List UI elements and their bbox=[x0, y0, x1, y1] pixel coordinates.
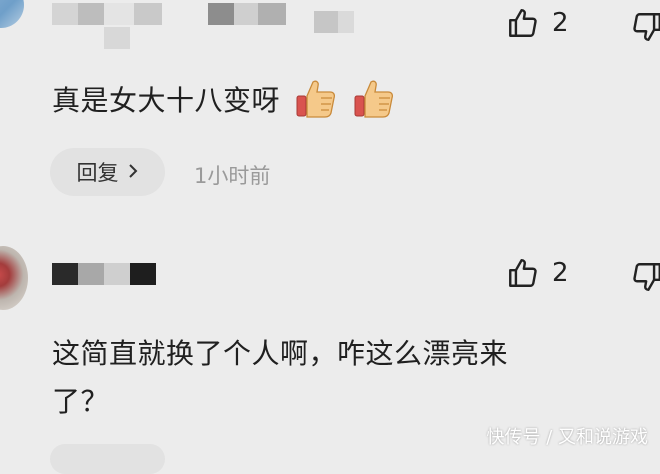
thumbs-up-emoji-2 bbox=[354, 80, 393, 118]
username-mosaic[interactable] bbox=[52, 2, 162, 26]
user-avatar-2[interactable] bbox=[0, 246, 28, 310]
username-mosaic-4 bbox=[314, 10, 354, 34]
comment-text-line-2: 了？ bbox=[52, 385, 110, 418]
chevron-right-icon bbox=[127, 160, 139, 184]
reply-button-2[interactable] bbox=[50, 444, 165, 474]
reply-label: 回复 bbox=[76, 161, 119, 185]
like-count-2: 2 bbox=[552, 258, 569, 288]
like-button[interactable]: 2 bbox=[506, 6, 569, 40]
user-avatar[interactable] bbox=[0, 0, 24, 28]
watermark: 快传号 / 又和说游戏 bbox=[486, 427, 648, 448]
thumbs-up-emoji bbox=[296, 80, 336, 118]
comment-text: 真是女大十八变呀 bbox=[52, 76, 395, 125]
username-mosaic-5[interactable] bbox=[52, 262, 156, 286]
thumbs-up-icon bbox=[509, 9, 537, 37]
like-count: 2 bbox=[552, 8, 569, 38]
thumbs-up-icon bbox=[509, 259, 537, 287]
thumbs-down-icon bbox=[633, 263, 660, 291]
comment-text-line-1: 这简直就换了个人啊，咋这么漂亮来 bbox=[52, 337, 509, 370]
dislike-button[interactable] bbox=[630, 10, 660, 44]
comment-timestamp: 1小时前 bbox=[194, 164, 271, 188]
comment-text-body: 真是女大十八变呀 bbox=[52, 84, 281, 117]
comment-text-2: 这简直就换了个人啊，咋这么漂亮来 了？ bbox=[52, 330, 508, 426]
like-button-2[interactable]: 2 bbox=[506, 256, 569, 290]
thumbs-down-icon bbox=[633, 13, 660, 41]
username-mosaic-2 bbox=[208, 2, 286, 26]
reply-button[interactable]: 回复 bbox=[50, 148, 165, 196]
dislike-button-2[interactable] bbox=[630, 260, 660, 294]
username-mosaic-3 bbox=[104, 26, 130, 50]
